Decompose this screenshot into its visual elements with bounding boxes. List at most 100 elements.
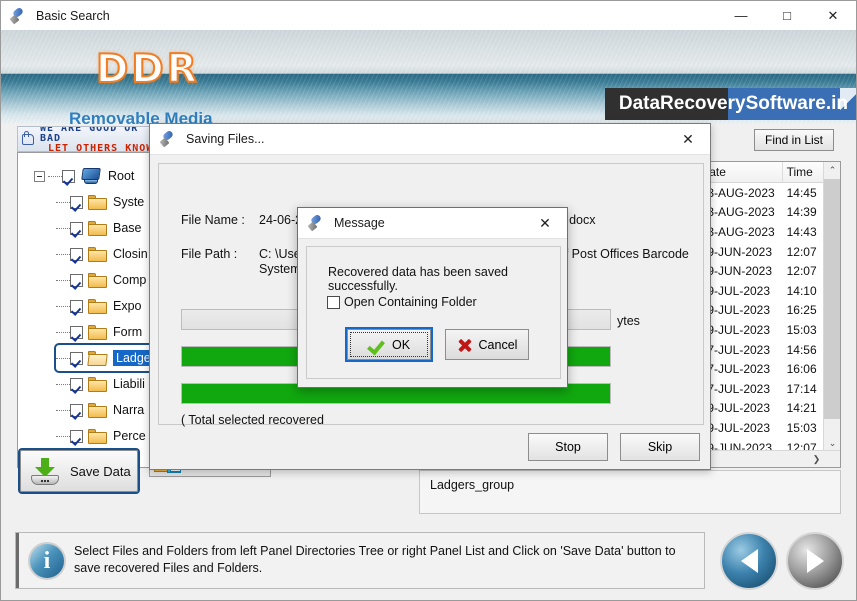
tree-node-checkbox[interactable] xyxy=(70,221,83,235)
open-containing-folder-label: Open Containing Folder xyxy=(344,295,477,309)
tree-node-checkbox[interactable] xyxy=(70,247,83,261)
next-arrow-icon xyxy=(806,549,824,573)
tree-node-checkbox[interactable] xyxy=(70,351,83,365)
application-window: Basic Search — □ ✕ DDR Removable Media D… xyxy=(0,0,857,601)
bytes-label: ytes xyxy=(617,314,640,328)
tree-node-checkbox[interactable] xyxy=(70,403,83,417)
thumbs-up-icon xyxy=(20,130,37,148)
saving-dialog-titlebar: Saving Files... ✕ xyxy=(150,124,710,155)
ddr-logo: DDR xyxy=(95,46,200,93)
skip-label: Skip xyxy=(647,440,673,454)
previous-button[interactable] xyxy=(720,532,778,590)
tree-node-label: Syste xyxy=(113,195,145,209)
save-download-icon xyxy=(30,456,60,486)
tree-connector xyxy=(56,383,70,385)
rating-banner[interactable]: WE ARE GOOD OR BAD LET OTHERS KNOW xyxy=(17,126,165,152)
cancel-button[interactable]: Cancel xyxy=(445,329,529,360)
vertical-scroll-thumb[interactable] xyxy=(824,179,840,419)
ok-button[interactable]: OK xyxy=(347,329,431,360)
folder-icon xyxy=(88,298,107,314)
app-banner: DDR Removable Media DataRecoverySoftware… xyxy=(1,30,856,124)
close-button[interactable]: ✕ xyxy=(810,1,856,30)
status-accent-bar xyxy=(16,533,19,588)
maximize-button[interactable]: □ xyxy=(764,1,810,30)
next-button[interactable] xyxy=(786,532,844,590)
tree-expander-icon[interactable] xyxy=(34,170,45,182)
tree-node-label: Liabili xyxy=(113,377,145,391)
tree-node-label: Perce xyxy=(113,429,146,443)
message-dialog-titlebar: Message ✕ xyxy=(298,208,567,239)
folder-icon xyxy=(88,402,107,418)
find-in-list-label: Find in List xyxy=(764,133,824,147)
minimize-button[interactable]: — xyxy=(718,1,764,30)
tree-connector xyxy=(56,201,70,203)
previous-arrow-icon xyxy=(740,549,758,573)
info-icon: i xyxy=(28,542,66,580)
tree-node-label: Form xyxy=(113,325,143,339)
folder-icon xyxy=(88,194,107,210)
message-dialog: Message ✕ Recovered data has been saved … xyxy=(297,207,568,388)
status-bar: i Select Files and Folders from left Pan… xyxy=(1,524,856,600)
skip-button[interactable]: Skip xyxy=(620,433,700,461)
computer-icon xyxy=(80,167,102,185)
open-containing-folder-checkbox[interactable]: Open Containing Folder xyxy=(327,295,477,309)
brand-fold-icon xyxy=(840,88,856,120)
pen-icon xyxy=(159,129,178,148)
tree-node-label: Root xyxy=(108,169,135,183)
status-text: Select Files and Folders from left Panel… xyxy=(74,544,676,575)
list-vertical-scrollbar[interactable]: ⌃ ⌄ xyxy=(823,162,840,452)
tree-node-checkbox[interactable] xyxy=(70,273,83,287)
folder-icon xyxy=(88,246,107,262)
selected-group-label: Ladgers_group xyxy=(430,478,515,492)
red-x-icon xyxy=(457,338,473,352)
message-dialog-title: Message xyxy=(334,216,385,230)
pen-icon xyxy=(307,213,326,232)
ok-label: OK xyxy=(391,337,411,352)
tree-connector xyxy=(56,305,70,307)
saving-dialog-close-icon[interactable]: ✕ xyxy=(666,124,710,155)
message-dialog-body: Recovered data has been saved successful… xyxy=(306,246,561,379)
tree-connector xyxy=(56,357,70,359)
tree-node-label: Expo xyxy=(113,299,142,313)
folder-icon xyxy=(88,272,107,288)
tree-node-label: Narra xyxy=(113,403,145,417)
folder-icon xyxy=(88,220,107,236)
tree-connector xyxy=(56,331,70,333)
file-path-label: File Path : xyxy=(181,247,238,261)
scroll-up-arrow-icon[interactable]: ⌃ xyxy=(824,162,840,179)
tree-node-checkbox[interactable] xyxy=(70,377,83,391)
folder-icon xyxy=(88,428,107,444)
window-controls: — □ ✕ xyxy=(718,1,856,30)
tree-node-checkbox[interactable] xyxy=(70,299,83,313)
save-data-button[interactable]: Save Data xyxy=(20,450,138,492)
checkbox-box[interactable] xyxy=(327,295,340,309)
tree-node-label: Base xyxy=(113,221,142,235)
rating-line-2: LET OTHERS KNOW xyxy=(48,143,154,152)
saving-dialog-buttons: Stop Skip xyxy=(528,433,700,461)
folder-open-icon xyxy=(87,350,108,366)
selected-group-panel: Ladgers_group xyxy=(419,470,841,514)
tree-node-label: Comp xyxy=(113,273,147,287)
tree-node-checkbox[interactable] xyxy=(70,429,83,443)
tree-node-checkbox[interactable] xyxy=(70,325,83,339)
stop-label: Stop xyxy=(555,440,581,454)
scroll-right-arrow-icon[interactable]: ❯ xyxy=(808,451,825,467)
tree-node-checkbox[interactable] xyxy=(70,195,83,209)
tree-connector xyxy=(56,253,70,255)
find-in-list-button[interactable]: Find in List xyxy=(754,129,834,151)
brand-tag: DataRecoverySoftware.in xyxy=(604,88,856,120)
tree-connector xyxy=(56,409,70,411)
tree-node-label: Ladge xyxy=(113,350,154,366)
save-data-label: Save Data xyxy=(70,463,131,479)
window-title: Basic Search xyxy=(36,8,110,23)
stop-button[interactable]: Stop xyxy=(528,433,608,461)
message-text: Recovered data has been saved successful… xyxy=(328,265,508,293)
file-name-label: File Name : xyxy=(181,213,245,227)
tree-connector xyxy=(56,435,70,437)
message-dialog-close-icon[interactable]: ✕ xyxy=(523,208,567,239)
pen-icon xyxy=(9,6,28,25)
tree-node-checkbox[interactable] xyxy=(62,169,75,183)
rating-line-1: WE ARE GOOD OR BAD xyxy=(40,126,139,144)
folder-icon xyxy=(88,324,107,340)
message-dialog-buttons: OK Cancel xyxy=(347,329,529,360)
